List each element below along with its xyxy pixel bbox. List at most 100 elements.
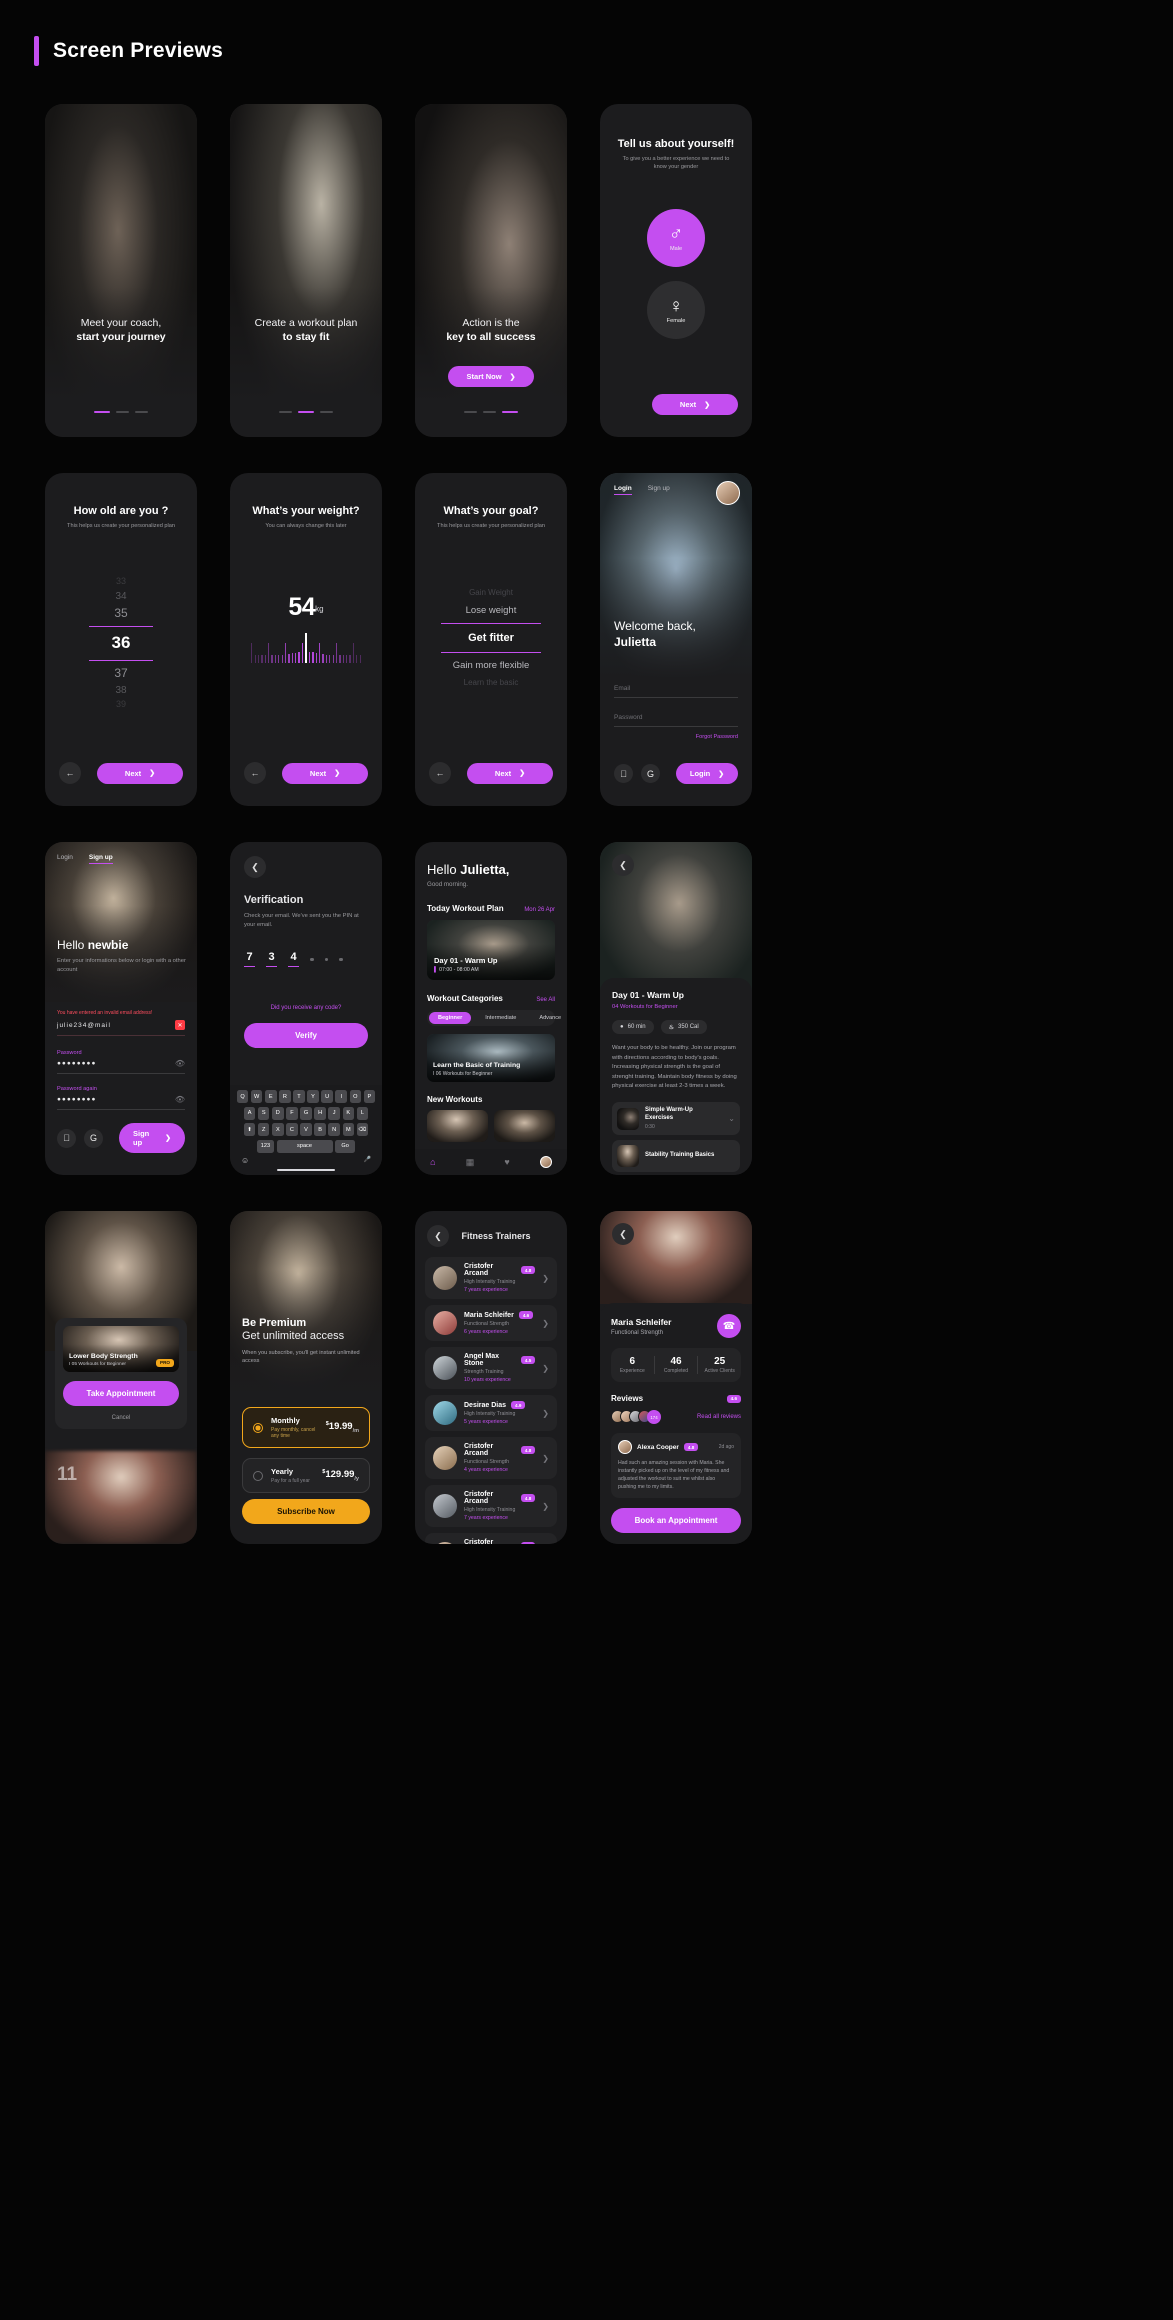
plan-monthly[interactable]: Monthly Pay monthly, cancel any time $19…	[242, 1407, 370, 1448]
pin-digit-1[interactable]: 7	[244, 951, 255, 968]
tab-signup[interactable]: Sign up	[648, 485, 670, 495]
screen-trainer-profile[interactable]: ❮ Maria Schleifer Functional Strength ☎ …	[600, 1211, 752, 1544]
pin-digit-4[interactable]	[310, 957, 314, 962]
see-all-link[interactable]: See All	[536, 997, 555, 1003]
age-selected[interactable]: 36	[45, 630, 197, 656]
gender-option-female[interactable]: ♀ Female	[647, 281, 705, 340]
pill-advance[interactable]: Advance	[530, 1012, 567, 1024]
login-button[interactable]: Login ❯	[676, 763, 738, 784]
exercise-row[interactable]: Simple Warm-Up Exercises 0:30 ⌄	[612, 1101, 740, 1136]
google-signup-button[interactable]: G	[84, 1128, 103, 1148]
back-button[interactable]: ←	[59, 762, 81, 784]
screen-goal-picker[interactable]: What’s your goal? This helps us create y…	[415, 473, 567, 806]
bottom-nav[interactable]: ⌂ ▦ ♥	[415, 1149, 567, 1175]
nav-stats-icon[interactable]: ▦	[466, 1157, 475, 1168]
key-r[interactable]: R	[279, 1090, 291, 1104]
dot-1[interactable]	[464, 410, 477, 413]
back-button[interactable]: ❮	[427, 1225, 449, 1247]
next-button[interactable]: Next ❯	[652, 394, 738, 415]
apple-login-button[interactable]: 	[614, 764, 633, 783]
pagination-dots[interactable]	[415, 410, 567, 413]
age-option[interactable]: 38	[45, 683, 197, 699]
email-field[interactable]: Email	[614, 685, 738, 698]
dot-2[interactable]	[116, 410, 129, 413]
google-login-button[interactable]: G	[641, 764, 660, 783]
back-button[interactable]: ❮	[612, 854, 634, 876]
dot-1[interactable]	[279, 410, 292, 413]
key-y[interactable]: Y	[307, 1090, 319, 1104]
trainer-row[interactable]: Cristofer Arcand4.8Functional Strength4 …	[425, 1533, 557, 1544]
goal-option[interactable]: Gain more flexible	[415, 656, 567, 675]
signup-button[interactable]: Sign up ❯	[119, 1123, 185, 1153]
book-appointment-button[interactable]: Book an Appointment	[611, 1508, 741, 1534]
next-button[interactable]: Next ❯	[467, 762, 553, 784]
key-z[interactable]: Z	[257, 1123, 270, 1137]
chevron-right-icon[interactable]: ❯	[542, 1364, 549, 1373]
goal-option[interactable]: Learn the basic	[415, 675, 567, 691]
goal-option[interactable]: Lose weight	[415, 601, 567, 620]
screen-premium[interactable]: Be Premium Get unlimited access When you…	[230, 1211, 382, 1544]
trainer-row[interactable]: Desirae Dias 4.9 High Intensity Training 5 …	[425, 1395, 557, 1431]
key-space[interactable]: space	[276, 1139, 333, 1153]
keyboard-row-2[interactable]: ASDFGHJKL	[233, 1106, 379, 1120]
subscribe-button[interactable]: Subscribe Now	[242, 1499, 370, 1524]
take-appointment-button[interactable]: Take Appointment	[63, 1380, 179, 1406]
dot-1[interactable]	[94, 410, 110, 413]
pin-digit-2[interactable]: 3	[266, 951, 277, 968]
goal-wheel[interactable]: Gain Weight Lose weight Get fitter Gain …	[415, 585, 567, 691]
age-option[interactable]: 35	[45, 604, 197, 623]
start-now-button[interactable]: Start Now ❯	[448, 366, 534, 387]
trainer-row[interactable]: Cristofer Arcand 4.8 High Intensity Traini…	[425, 1257, 557, 1299]
chevron-right-icon[interactable]: ❯	[542, 1454, 549, 1463]
dot-3[interactable]	[135, 410, 148, 413]
pill-intermediate[interactable]: Intermediate	[476, 1012, 525, 1024]
resend-code-link[interactable]: Did you receive any code?	[244, 1005, 368, 1011]
dot-3[interactable]	[502, 410, 518, 413]
screen-onboarding-3[interactable]: Action is the key to all success Start N…	[415, 104, 567, 437]
password-input[interactable]: ●●●●●●●●	[57, 1060, 169, 1067]
screen-onboarding-1[interactable]: Meet your coach, start your journey	[45, 104, 197, 437]
key-j[interactable]: J	[328, 1106, 340, 1120]
key-numbers[interactable]: 123	[256, 1139, 274, 1153]
dot-3[interactable]	[320, 410, 333, 413]
category-pills[interactable]: Beginner Intermediate Advance	[427, 1010, 561, 1026]
key-c[interactable]: C	[286, 1123, 298, 1137]
eye-off-icon[interactable]: 👁	[175, 1059, 185, 1068]
apple-signup-button[interactable]: 	[57, 1128, 76, 1148]
trainer-row[interactable]: Cristofer Arcand 4.8 High Intensity Traini…	[425, 1485, 557, 1527]
age-option[interactable]: 34	[45, 589, 197, 605]
key-o[interactable]: O	[349, 1090, 362, 1104]
pagination-dots[interactable]	[230, 410, 382, 413]
key-p[interactable]: P	[363, 1090, 376, 1104]
screen-onboarding-2[interactable]: Create a workout plan to stay fit	[230, 104, 382, 437]
age-option[interactable]: 39	[45, 698, 197, 712]
chevron-right-icon[interactable]: ❯	[542, 1319, 549, 1328]
next-button[interactable]: Next ❯	[97, 762, 183, 784]
mic-icon[interactable]: 🎤	[364, 1156, 371, 1165]
age-wheel[interactable]: 33 34 35 36 37 38 39	[45, 575, 197, 712]
auth-tabs[interactable]: Login Sign up	[614, 485, 670, 495]
key-i[interactable]: I	[335, 1090, 347, 1104]
pin-input[interactable]: 7 3 4	[244, 951, 368, 968]
pagination-dots[interactable]	[45, 410, 197, 413]
key-n[interactable]: N	[328, 1123, 340, 1137]
key-a[interactable]: A	[243, 1106, 256, 1120]
avatar[interactable]	[716, 481, 740, 505]
trainers-list[interactable]: Cristofer Arcand 4.8 High Intensity Traini…	[415, 1247, 567, 1544]
radio-yearly[interactable]	[253, 1470, 263, 1481]
nav-home-icon[interactable]: ⌂	[430, 1157, 435, 1167]
chevron-down-icon[interactable]: ⌄	[728, 1114, 735, 1123]
weight-slider[interactable]	[236, 633, 376, 663]
key-v[interactable]: V	[300, 1123, 312, 1137]
dot-2[interactable]	[298, 410, 314, 413]
keyboard-row-1[interactable]: QWERTYUIOP	[233, 1090, 379, 1104]
key-x[interactable]: X	[272, 1123, 284, 1137]
key-f[interactable]: F	[286, 1106, 298, 1120]
key-d[interactable]: D	[272, 1106, 284, 1120]
nav-profile-avatar[interactable]	[539, 1156, 552, 1168]
read-all-reviews-link[interactable]: Read all reviews	[697, 1414, 741, 1420]
keyboard-row-3[interactable]: ⬆ Z X C V B N M ⌫	[233, 1123, 379, 1137]
chevron-right-icon[interactable]: ❯	[542, 1274, 549, 1283]
today-plan-card[interactable]: Day 01 - Warm Up ▌ 07:00 - 08:00 AM	[427, 920, 555, 980]
radio-monthly[interactable]	[253, 1422, 263, 1433]
